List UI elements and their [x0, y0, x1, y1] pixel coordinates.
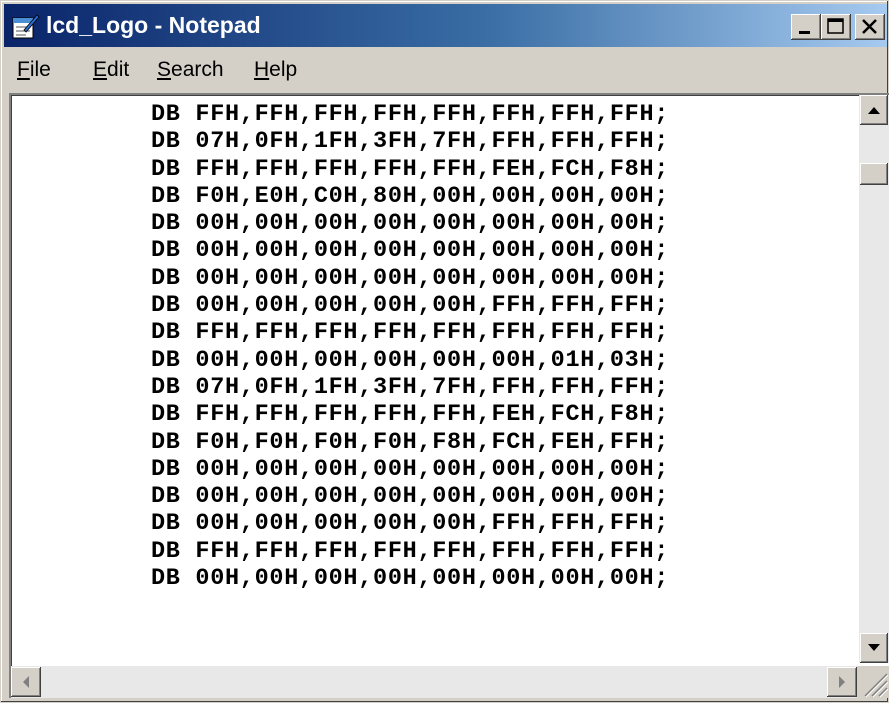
arrow-down-icon — [868, 644, 880, 651]
close-button[interactable] — [855, 14, 885, 40]
menu-edit-label: dit — [107, 58, 130, 81]
menu-file-label: ile — [29, 58, 51, 81]
window-title: lcd_Logo - Notepad — [46, 12, 261, 38]
title-bar[interactable]: lcd_Logo - Notepad — [4, 4, 887, 47]
menu-search-accel: S — [157, 58, 172, 81]
menu-bar: File Edit Search Help — [4, 51, 887, 89]
menu-search[interactable]: Search — [157, 57, 224, 83]
maximize-icon — [827, 18, 844, 34]
scroll-left-button[interactable] — [11, 667, 41, 697]
minimize-icon — [799, 31, 810, 34]
vertical-scroll-thumb[interactable] — [860, 163, 888, 185]
close-icon — [862, 19, 877, 34]
maximize-button[interactable] — [821, 14, 851, 40]
menu-help-accel: H — [254, 58, 270, 81]
menu-file[interactable]: File — [17, 57, 51, 83]
menu-help[interactable]: Help — [254, 57, 297, 83]
scroll-up-button[interactable] — [860, 95, 888, 125]
notepad-window: lcd_Logo - Notepad File Edit Search Help… — [0, 0, 889, 703]
menu-file-accel: F — [17, 58, 30, 81]
scroll-down-button[interactable] — [860, 633, 888, 663]
menu-help-label: elp — [269, 58, 298, 81]
arrow-right-icon — [839, 676, 845, 688]
minimize-button[interactable] — [791, 14, 821, 40]
menu-edit[interactable]: Edit — [93, 57, 129, 83]
menu-search-label: earch — [171, 58, 224, 81]
vertical-scrollbar[interactable] — [859, 95, 889, 663]
horizontal-scrollbar[interactable] — [11, 666, 857, 698]
notepad-icon[interactable] — [10, 12, 40, 40]
arrow-left-icon — [23, 676, 29, 688]
menu-edit-accel: E — [93, 58, 108, 81]
scroll-right-button[interactable] — [827, 667, 857, 697]
resize-grip-icon[interactable] — [857, 666, 889, 698]
text-editor[interactable]: DB FFH,FFH,FFH,FFH,FFH,FFH,FFH,FFH; DB 0… — [151, 101, 669, 592]
arrow-up-icon — [868, 107, 880, 114]
